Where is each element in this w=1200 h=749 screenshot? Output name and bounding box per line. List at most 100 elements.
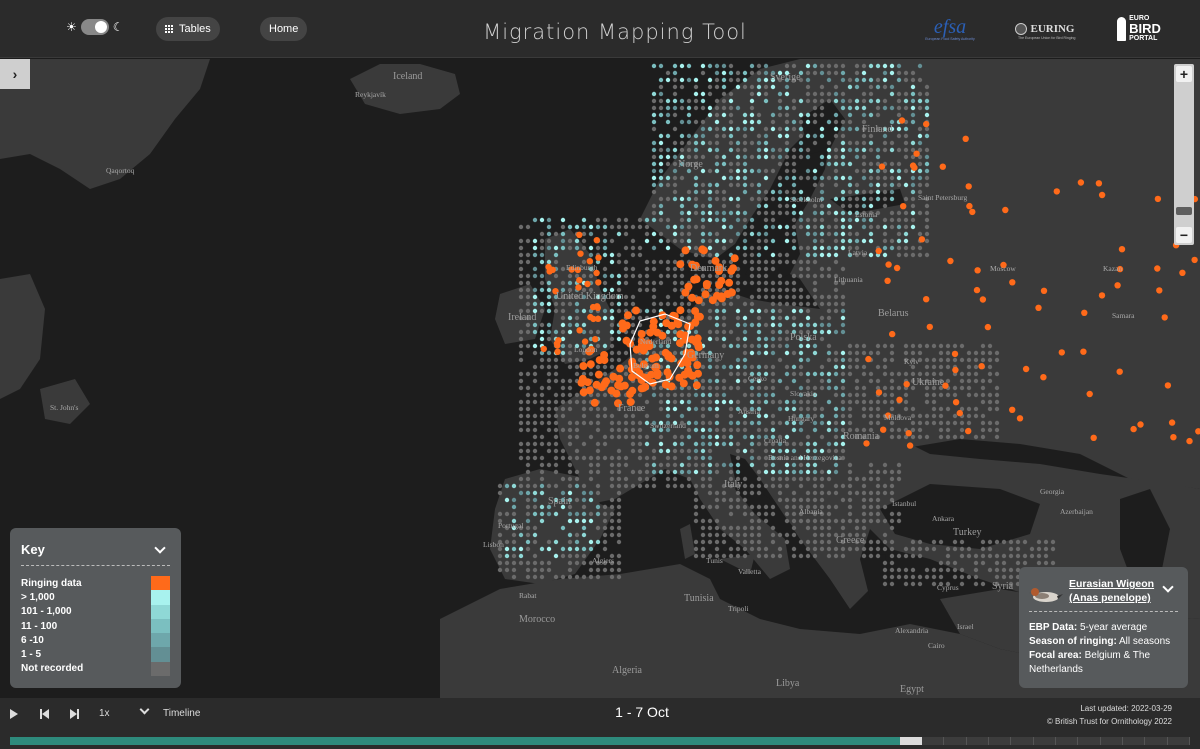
recovery-marker[interactable]	[1191, 256, 1198, 264]
recovery-marker[interactable]	[676, 260, 685, 269]
recovery-marker[interactable]	[1154, 265, 1161, 272]
recovery-marker[interactable]	[984, 323, 992, 331]
recovery-marker[interactable]	[577, 378, 586, 387]
timeline-thumb[interactable]	[900, 737, 922, 745]
recovery-marker[interactable]	[875, 247, 882, 255]
recovery-marker[interactable]	[905, 430, 912, 437]
recovery-marker[interactable]	[918, 236, 926, 243]
recovery-marker[interactable]	[878, 163, 886, 170]
recovery-marker[interactable]	[614, 381, 623, 390]
recovery-marker[interactable]	[595, 254, 602, 261]
recovery-marker[interactable]	[681, 246, 690, 255]
recovery-marker[interactable]	[593, 303, 601, 310]
recovery-marker[interactable]	[581, 338, 589, 345]
zoom-slider-handle[interactable]	[1176, 207, 1192, 215]
timeline-step[interactable]	[1123, 737, 1146, 745]
timeline-step[interactable]	[1168, 737, 1190, 745]
recovery-marker[interactable]	[727, 288, 736, 297]
timeline-track[interactable]	[10, 737, 1190, 745]
recovery-marker[interactable]	[593, 237, 600, 244]
recovery-marker[interactable]	[649, 322, 658, 331]
recovery-marker[interactable]	[691, 337, 700, 346]
recovery-marker[interactable]	[956, 409, 963, 417]
recovery-marker[interactable]	[576, 231, 583, 238]
recovery-marker[interactable]	[923, 296, 930, 303]
timeline-step[interactable]	[1034, 737, 1056, 745]
sidebar-toggle-button[interactable]: ›	[0, 59, 30, 89]
recovery-marker[interactable]	[653, 371, 662, 380]
recovery-marker[interactable]	[923, 120, 930, 128]
recovery-marker[interactable]	[875, 389, 883, 396]
recovery-marker[interactable]	[1137, 421, 1144, 428]
recovery-marker[interactable]	[1022, 365, 1030, 373]
recovery-marker[interactable]	[1081, 309, 1088, 316]
recovery-marker[interactable]	[679, 379, 688, 388]
recovery-marker[interactable]	[1035, 304, 1042, 311]
recovery-marker[interactable]	[893, 264, 901, 272]
zoom-out-button[interactable]: −	[1176, 227, 1192, 243]
recovery-marker[interactable]	[717, 292, 726, 301]
recovery-marker[interactable]	[676, 306, 685, 315]
recovery-marker[interactable]	[1080, 348, 1087, 355]
ebp-logo[interactable]: EURO BIRD PORTAL	[1110, 12, 1168, 46]
zoom-control[interactable]: + −	[1174, 64, 1194, 245]
recovery-marker[interactable]	[632, 345, 641, 354]
recovery-marker[interactable]	[1170, 434, 1177, 441]
recovery-marker[interactable]	[1098, 191, 1106, 199]
chevron-down-icon[interactable]	[154, 541, 166, 554]
recovery-marker[interactable]	[637, 384, 646, 393]
recovery-marker[interactable]	[1053, 188, 1061, 195]
recovery-marker[interactable]	[906, 442, 914, 449]
recovery-marker[interactable]	[939, 163, 946, 170]
recovery-marker[interactable]	[692, 381, 701, 390]
recovery-marker[interactable]	[966, 202, 973, 210]
recovery-marker[interactable]	[884, 277, 891, 284]
recovery-marker[interactable]	[725, 278, 734, 287]
recovery-marker[interactable]	[913, 150, 920, 157]
zoom-in-button[interactable]: +	[1176, 66, 1192, 82]
timeline-step[interactable]	[1145, 737, 1168, 745]
recovery-marker[interactable]	[590, 315, 597, 323]
recovery-marker[interactable]	[692, 275, 701, 284]
recovery-marker[interactable]	[889, 330, 896, 338]
recovery-marker[interactable]	[978, 363, 985, 370]
recovery-marker[interactable]	[965, 427, 972, 435]
recovery-marker[interactable]	[1095, 180, 1103, 187]
recovery-marker[interactable]	[952, 366, 959, 374]
recovery-marker[interactable]	[576, 277, 583, 284]
recovery-marker[interactable]	[579, 388, 588, 397]
recovery-marker[interactable]	[1130, 425, 1137, 433]
recovery-marker[interactable]	[1118, 246, 1126, 253]
recovery-marker[interactable]	[1009, 406, 1016, 413]
recovery-marker[interactable]	[1168, 419, 1176, 426]
recovery-marker[interactable]	[698, 245, 707, 254]
recovery-marker[interactable]	[694, 296, 703, 305]
recovery-marker[interactable]	[974, 267, 981, 274]
recovery-marker[interactable]	[965, 183, 972, 190]
recovery-marker[interactable]	[1086, 390, 1093, 398]
timeline-step[interactable]	[1011, 737, 1034, 745]
recovery-marker[interactable]	[595, 356, 604, 365]
recovery-marker[interactable]	[1161, 314, 1168, 321]
recovery-marker[interactable]	[1164, 382, 1172, 389]
timeline-step[interactable]	[989, 737, 1012, 745]
recovery-marker[interactable]	[1090, 434, 1097, 441]
recovery-marker[interactable]	[607, 386, 616, 395]
recovery-marker[interactable]	[727, 266, 736, 275]
recovery-marker[interactable]	[911, 164, 918, 171]
recovery-marker[interactable]	[969, 208, 976, 216]
recovery-marker[interactable]	[618, 319, 627, 328]
recovery-marker[interactable]	[632, 306, 640, 315]
timeline-step[interactable]	[944, 737, 967, 745]
timeline-step[interactable]	[922, 737, 945, 745]
recovery-marker[interactable]	[926, 323, 933, 331]
recovery-marker[interactable]	[962, 135, 969, 142]
recovery-marker[interactable]	[546, 268, 553, 275]
recovery-marker[interactable]	[576, 327, 583, 334]
timeline-step[interactable]	[967, 737, 989, 745]
key-header[interactable]: Key	[21, 541, 170, 566]
recovery-marker[interactable]	[717, 276, 726, 285]
recovery-marker[interactable]	[979, 296, 987, 303]
recovery-marker[interactable]	[628, 386, 637, 395]
recovery-marker[interactable]	[973, 286, 981, 294]
